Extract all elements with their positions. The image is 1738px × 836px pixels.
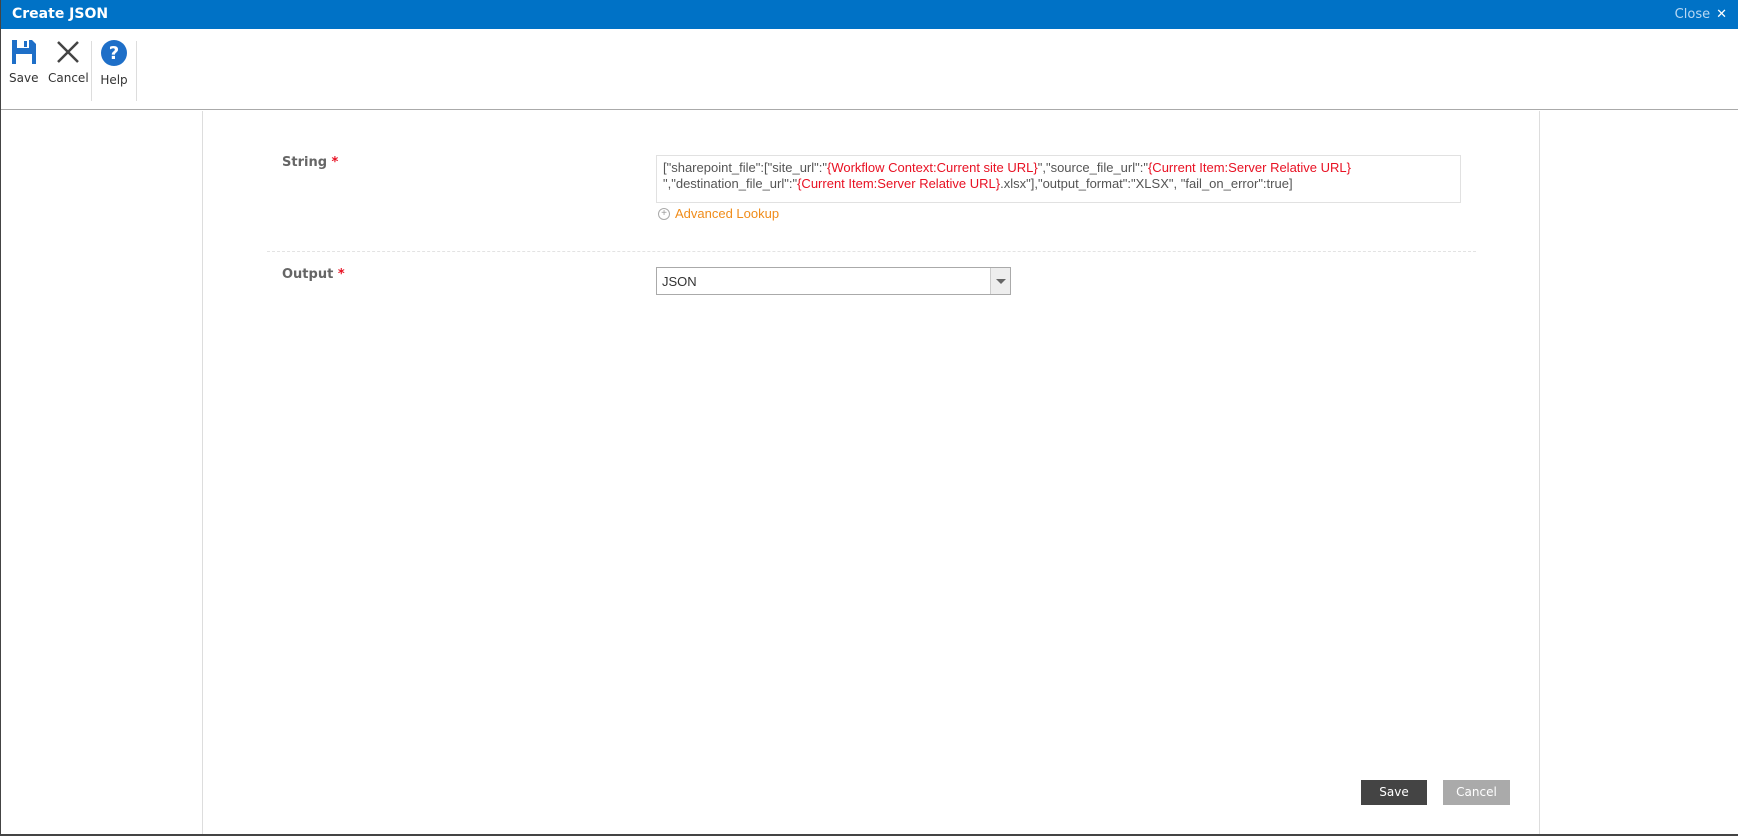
string-text: ","destination_file_url":" <box>663 176 798 191</box>
toolbar-help-button[interactable]: ? Help <box>100 39 128 87</box>
output-value: JSON <box>662 274 697 289</box>
output-label: Output * <box>282 267 345 282</box>
string-text: ["sharepoint_file":["site_url":" <box>663 160 827 175</box>
lookup-token: {Current Item:Server Relative URL} <box>797 176 1001 191</box>
chevron-down-icon[interactable] <box>990 268 1010 294</box>
cancel-button[interactable]: Cancel <box>1443 780 1510 805</box>
advanced-lookup-link[interactable]: + Advanced Lookup <box>658 206 779 221</box>
toolbar-divider <box>136 41 137 101</box>
string-text: ","source_file_url":" <box>1037 160 1148 175</box>
close-icon: ✕ <box>1716 7 1727 22</box>
toolbar-save-button[interactable]: Save <box>9 39 38 85</box>
lookup-token: {Workflow Context:Current site URL} <box>827 160 1038 175</box>
save-button[interactable]: Save <box>1361 780 1427 805</box>
toolbar-cancel-button[interactable]: Cancel <box>48 39 89 85</box>
svg-text:?: ? <box>109 43 119 64</box>
help-label: Help <box>100 73 128 87</box>
output-label-text: Output <box>282 267 334 282</box>
save-icon <box>11 40 36 64</box>
form-panel <box>202 111 1540 835</box>
string-text: .xlsx"],"output_format":"XLSX", "fail_on… <box>1000 176 1293 191</box>
cancel-label: Cancel <box>48 71 89 85</box>
close-button[interactable]: Close ✕ <box>1675 7 1727 22</box>
required-mark: * <box>337 267 345 282</box>
required-mark: * <box>331 155 339 170</box>
window-title: Create JSON <box>12 6 109 22</box>
advanced-lookup-label: Advanced Lookup <box>675 206 780 221</box>
string-label: String * <box>282 155 338 170</box>
cancel-icon <box>57 41 80 63</box>
output-select[interactable]: JSON <box>656 267 1011 295</box>
string-input[interactable]: ["sharepoint_file":["site_url":"{Workflo… <box>656 155 1461 203</box>
plus-circle-icon: + <box>658 207 670 220</box>
toolbar: Save Cancel ? Help <box>1 29 1738 110</box>
save-label: Save <box>9 71 39 85</box>
lookup-token: {Current Item:Server Relative URL} <box>1147 160 1351 175</box>
string-label-text: String <box>282 155 328 170</box>
toolbar-divider <box>91 41 92 101</box>
help-icon: ? <box>101 40 127 66</box>
close-label: Close <box>1674 7 1711 22</box>
divider <box>267 251 1476 252</box>
title-bar: Create JSON Close ✕ <box>1 0 1738 29</box>
